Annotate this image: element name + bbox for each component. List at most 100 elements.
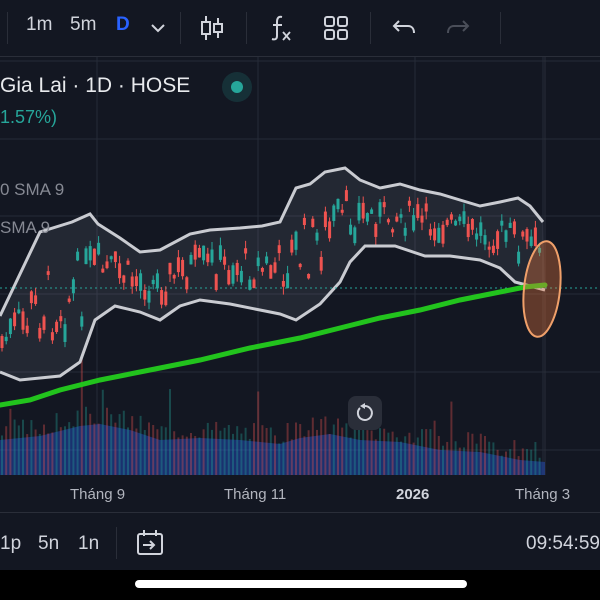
candle-body [454, 220, 458, 226]
candle-body [504, 230, 508, 242]
candle-body [475, 233, 479, 240]
volume-bar [286, 422, 289, 475]
interval-d-button[interactable]: D [116, 14, 130, 36]
volume-bar [131, 416, 134, 475]
range-1n-button[interactable]: 1n [78, 533, 99, 555]
range-1p-button[interactable]: 1p [0, 533, 21, 555]
candle-body [302, 217, 306, 226]
volume-bar [521, 448, 524, 475]
range-5n-button[interactable]: 5n [38, 533, 59, 555]
candle-body [349, 224, 353, 235]
candle-body [433, 228, 437, 241]
candle-body [466, 223, 470, 238]
market-status-icon [222, 72, 252, 102]
volume-bar [400, 441, 402, 475]
candle-body [8, 318, 12, 335]
candle-body [252, 279, 256, 288]
volume-bar [148, 422, 150, 475]
volume-bar [387, 432, 390, 475]
volume-bar [370, 430, 373, 475]
candle-body [361, 202, 365, 219]
candle-body [134, 276, 138, 287]
volume-bar [47, 433, 50, 475]
volume-bar [72, 426, 75, 475]
symbol-title[interactable]: Gia Lai · 1D · HOSE [0, 74, 190, 98]
candle-body [256, 257, 260, 267]
candle-body [202, 245, 206, 261]
candle-body [113, 251, 117, 263]
volume-bar [139, 415, 142, 475]
volume-bar [143, 429, 146, 475]
candle-body [248, 279, 252, 290]
volume-bar [164, 427, 167, 475]
candle-body [130, 276, 134, 287]
candle-body [160, 290, 164, 305]
volume-bar [534, 442, 537, 475]
candle-body [445, 219, 449, 226]
volume-bar [114, 422, 117, 475]
volume-bar [299, 424, 302, 475]
replay-icon[interactable] [134, 527, 166, 559]
candle-body [269, 265, 273, 279]
volume-bar [110, 414, 113, 475]
volume-bar [429, 429, 432, 475]
price-chart[interactable] [0, 57, 600, 475]
candle-body [487, 246, 491, 250]
volume-bar [463, 447, 465, 475]
candle-body [50, 332, 54, 341]
toolbar-separator [180, 12, 181, 44]
candle-body [42, 316, 46, 330]
volume-bar [282, 441, 285, 475]
volume-bar [101, 389, 104, 475]
candle-body [76, 251, 80, 261]
volume-bar [450, 401, 453, 475]
indicator-label-1[interactable]: 0 SMA 9 [0, 180, 64, 200]
candle-body [399, 214, 403, 218]
toolbar-separator [370, 12, 371, 44]
reset-chart-button[interactable] [348, 396, 382, 430]
interval-5m-button[interactable]: 5m [70, 14, 96, 36]
volume-bar [517, 456, 520, 475]
candle-body [382, 202, 386, 208]
candle-body [340, 209, 344, 213]
home-bar [0, 570, 600, 600]
volume-bar [198, 437, 201, 475]
candle-body [365, 213, 369, 222]
layout-icon[interactable] [320, 12, 352, 44]
candle-body [483, 235, 487, 245]
volume-bar [240, 433, 243, 475]
home-indicator[interactable] [135, 580, 467, 588]
volume-bar [190, 432, 192, 475]
volume-bar [127, 427, 129, 475]
candle-body [512, 221, 516, 235]
candle-body [479, 222, 483, 236]
indicator-label-2[interactable]: SMA 9 [0, 218, 50, 238]
candle-body [193, 244, 197, 260]
redo-icon[interactable] [442, 12, 474, 44]
volume-bar [253, 423, 255, 475]
volume-bar [26, 434, 29, 475]
volume-bar [17, 425, 20, 475]
chevron-down-icon[interactable] [142, 12, 174, 44]
candle-body [458, 216, 462, 222]
interval-1m-button[interactable]: 1m [26, 14, 52, 36]
candle-body [521, 231, 525, 237]
undo-icon[interactable] [388, 12, 420, 44]
volume-bar [307, 430, 310, 475]
volume-bar [227, 424, 230, 475]
candle-body [395, 216, 399, 222]
candle-body [105, 261, 109, 269]
candle-body [235, 262, 239, 276]
volume-bar [311, 417, 314, 475]
volume-bar [257, 391, 260, 475]
candle-body [277, 245, 281, 254]
candle-body [101, 268, 105, 273]
volume-bar [496, 449, 499, 475]
x-axis-label: Tháng 9 [70, 486, 126, 503]
volume-bar [538, 457, 541, 475]
indicators-icon[interactable] [264, 12, 296, 44]
candle-body [273, 262, 277, 273]
candles-icon[interactable] [196, 12, 228, 44]
candle-body [210, 249, 214, 263]
candle-body [265, 256, 269, 264]
